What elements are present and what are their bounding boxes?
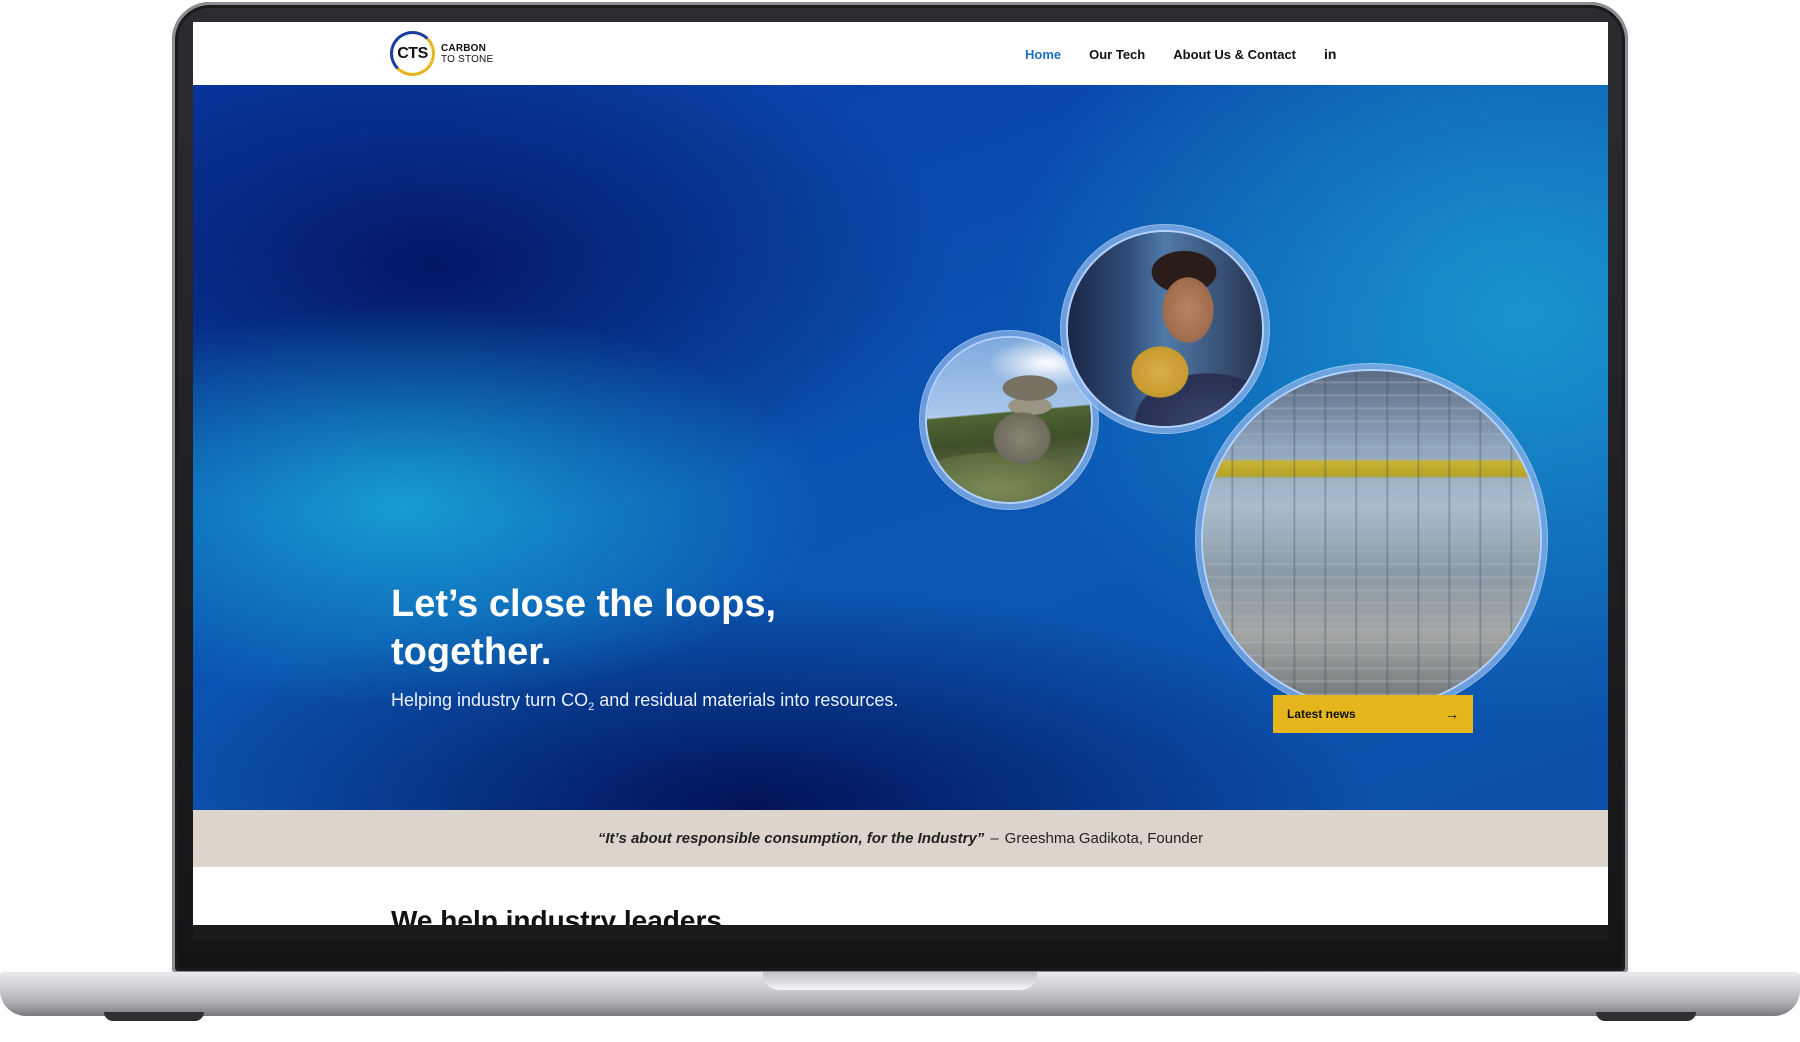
- scientist-photo: [1068, 232, 1262, 426]
- logo-wordmark: CARBON TO STONE: [441, 43, 493, 65]
- factory-warehouse-photo: [1203, 371, 1540, 708]
- arrow-right-icon: →: [1445, 706, 1459, 722]
- laptop-screen: CTS CARBON TO STONE Home Our Tech About …: [193, 22, 1608, 925]
- hero-subtitle-post: and residual materials into resources.: [594, 690, 899, 710]
- main-nav: Home Our Tech About Us & Contact in: [1025, 46, 1336, 62]
- quote-dash: –: [990, 830, 999, 847]
- laptop-foot-left: [104, 1012, 204, 1021]
- hero-section: Let’s close the loops, together. Helping…: [193, 85, 1608, 810]
- screen-bezel-bottom: [193, 925, 1608, 939]
- site-header: CTS CARBON TO STONE Home Our Tech About …: [193, 22, 1608, 85]
- laptop-foot-right: [1596, 1012, 1696, 1021]
- founder-quote-band: “It’s about responsible consumption, for…: [193, 810, 1608, 867]
- quote-text: “It’s about responsible consumption, for…: [597, 830, 985, 847]
- hero-subtitle: Helping industry turn CO2 and residual m…: [391, 690, 898, 713]
- logo-line-1: CARBON: [441, 42, 487, 54]
- nav-about-contact[interactable]: About Us & Contact: [1173, 47, 1296, 62]
- nav-home[interactable]: Home: [1025, 47, 1061, 62]
- logo-mark: CTS: [397, 44, 428, 62]
- laptop-notch: [763, 972, 1037, 990]
- site-logo[interactable]: CTS CARBON TO STONE: [390, 31, 493, 76]
- hero-subtitle-pre: Helping industry turn CO: [391, 690, 589, 710]
- logo-line-2: TO STONE: [441, 53, 494, 65]
- latest-news-button[interactable]: Latest news →: [1273, 695, 1473, 733]
- linkedin-icon[interactable]: in: [1324, 46, 1336, 62]
- quote-author: Greeshma Gadikota, Founder: [1004, 830, 1204, 847]
- content-section: We help industry leaders: [193, 867, 1608, 925]
- latest-news-label: Latest news: [1287, 707, 1356, 721]
- section-title: We help industry leaders: [391, 905, 722, 925]
- mountain-cairn-photo: [927, 338, 1091, 502]
- nav-our-tech[interactable]: Our Tech: [1089, 47, 1145, 62]
- logo-ring-icon: CTS: [390, 31, 435, 76]
- hero-title: Let’s close the loops, together.: [391, 583, 777, 673]
